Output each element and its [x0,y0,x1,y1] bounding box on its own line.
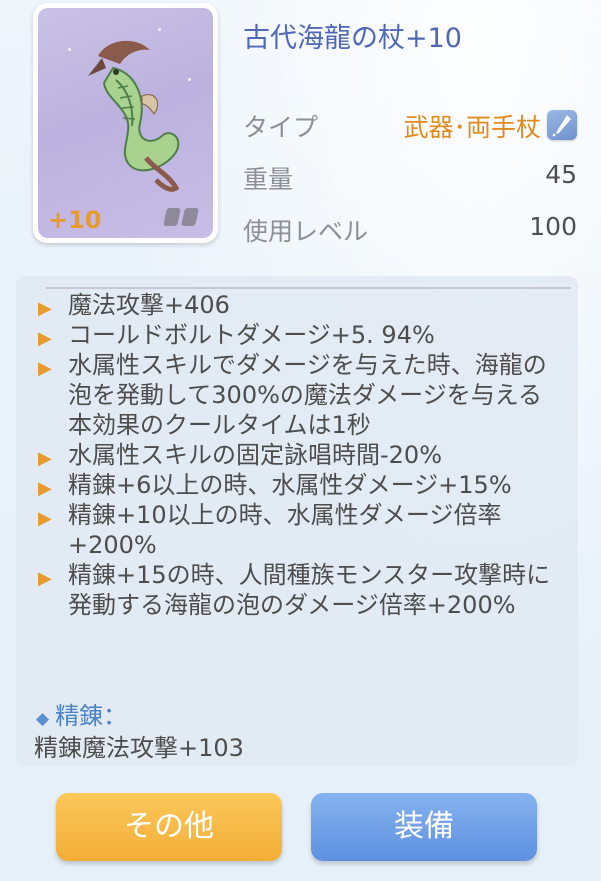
effect-text: 精錬+15の時、人間種族モンスター攻撃時に発動する海龍の泡のダメージ倍率+200… [68,561,551,619]
effect-text: 本効果のクールタイムは1秒 [68,411,371,439]
effect-text: 精錬+10以上の時、水属性ダメージ倍率+200% [68,501,502,559]
level-label: 使用レベル [243,217,369,246]
effect-item: ▶ 精錬+6以上の時、水属性ダメージ+15% [34,470,564,500]
effect-text: 精錬+6以上の時、水属性ダメージ+15% [68,471,512,499]
effect-text: 水属性スキルでダメージを与えた時、海龍の泡を発動して300%の魔法ダメージを与え… [68,351,547,409]
effect-item: ▶ 魔法攻撃+406 [34,290,564,320]
item-card-art-bg: +10 [38,8,213,238]
effect-item: ▶ 精錬+15の時、人間種族モンスター攻撃時に発動する海龍の泡のダメージ倍率+20… [34,560,564,620]
card-slot-icon [181,208,199,226]
level-value: 100 [529,212,577,241]
effect-text: 水属性スキルの固定詠唱時間-20% [68,441,443,469]
item-name: 古代海龍の杖+10 [243,23,462,54]
weight-value: 45 [545,160,577,189]
staff-type-icon [547,110,577,140]
bullet-triangle-icon: ▶ [38,358,52,379]
divider [46,287,571,289]
type-value: 武器･両手杖 [403,113,541,142]
diamond-icon: ◆ [36,709,50,729]
effect-item: ▶ コールドボルトダメージ+5. 94% [34,320,564,350]
effects-panel[interactable]: ▶ 魔法攻撃+406 ▶ コールドボルトダメージ+5. 94% ▶ 水属性スキルでダメ… [16,276,578,766]
refine-bonus: 精錬魔法攻撃+103 [34,734,244,762]
bullet-triangle-icon: ▶ [38,568,52,589]
type-label: タイプ [243,113,319,142]
effect-text: 魔法攻撃+406 [68,291,230,319]
effect-note: 本効果のクールタイムは1秒 [34,410,564,440]
refine-section-header: ◆ 精錬： [36,696,127,731]
sea-dragon-staff-icon [88,40,180,192]
effect-item: ▶ 水属性スキルの固定詠唱時間-20% [34,440,564,470]
bullet-triangle-icon: ▶ [38,508,52,529]
other-button[interactable]: その他 [56,793,282,861]
weight-label: 重量 [243,165,294,194]
item-card[interactable]: +10 [33,3,218,243]
effect-item: ▶ 水属性スキルでダメージを与えた時、海龍の泡を発動して300%の魔法ダメージを与… [34,350,564,410]
refine-header-text: 精錬： [55,702,128,730]
effect-text: コールドボルトダメージ+5. 94% [68,321,435,349]
effect-item: ▶ 精錬+10以上の時、水属性ダメージ倍率+200% [34,500,564,560]
card-slot-icon [163,208,181,226]
refine-level-badge: +10 [48,206,102,234]
effects-list: ▶ 魔法攻撃+406 ▶ コールドボルトダメージ+5. 94% ▶ 水属性スキルでダメ… [34,290,564,620]
equip-button[interactable]: 装備 [311,793,537,861]
